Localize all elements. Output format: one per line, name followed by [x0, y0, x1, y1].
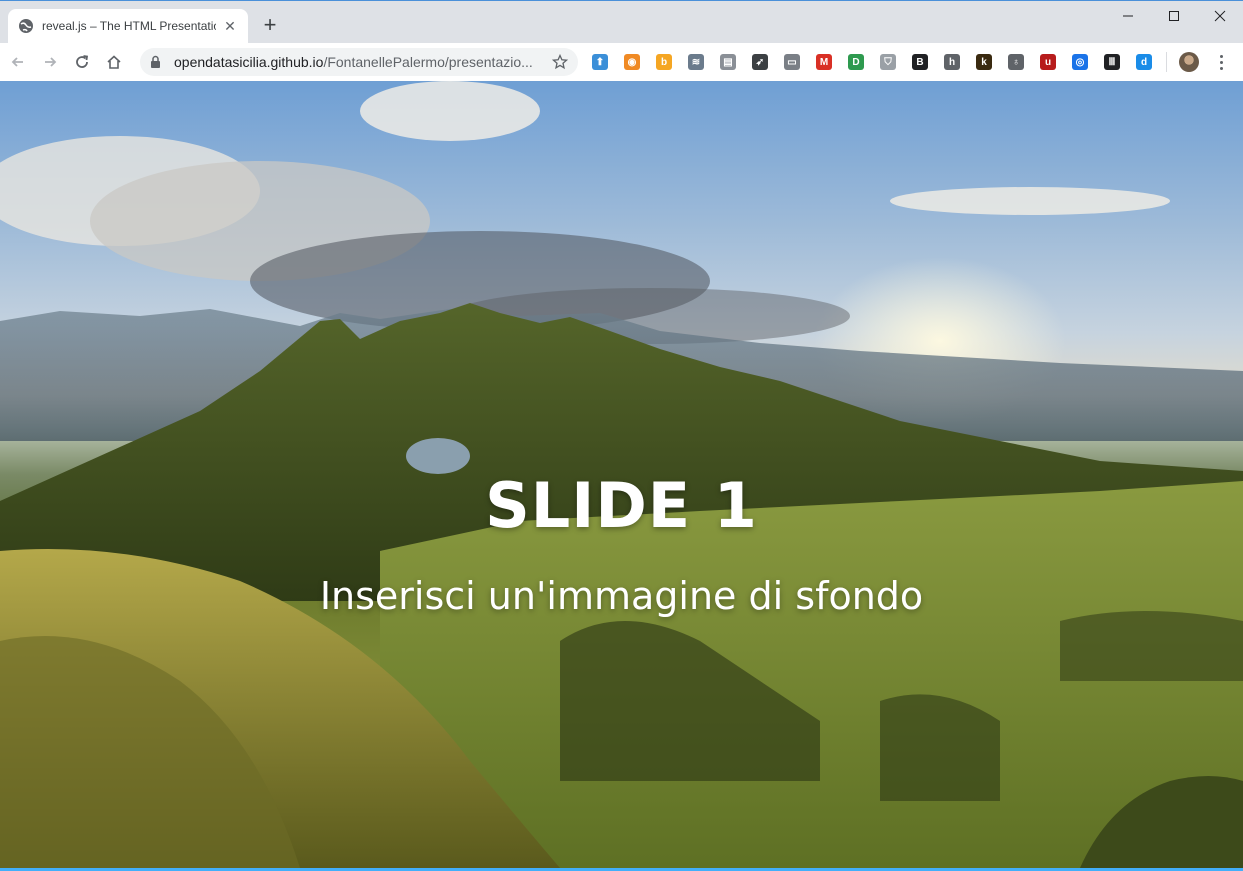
reload-button[interactable]: [68, 48, 96, 76]
reload-icon: [76, 55, 89, 68]
tab-title: reveal.js – The HTML Presentation Framew…: [42, 19, 216, 33]
arrow-up-icon[interactable]: ⬆: [592, 54, 608, 70]
new-tab-button[interactable]: +: [258, 14, 282, 38]
shield-outline-icon[interactable]: ⛉: [880, 54, 896, 70]
minimize-button[interactable]: [1105, 1, 1151, 31]
back-button[interactable]: [4, 48, 32, 76]
slide-subtitle: Inserisci un'immagine di sfondo: [319, 574, 924, 618]
profile-avatar[interactable]: [1179, 52, 1199, 72]
tab-reveal[interactable]: reveal.js – The HTML Presentation Framew…: [8, 9, 248, 43]
rss-icon[interactable]: ◉: [624, 54, 640, 70]
pane-icon[interactable]: ▤: [720, 54, 736, 70]
orange-b-icon[interactable]: b: [656, 54, 672, 70]
globe-icon: [18, 18, 34, 34]
close-tab-icon[interactable]: ✕: [222, 18, 238, 34]
bookmark-star-icon[interactable]: [550, 54, 568, 70]
reader-icon[interactable]: ▭: [784, 54, 800, 70]
d-icon[interactable]: d: [1136, 54, 1152, 70]
gmail-icon[interactable]: M: [816, 54, 832, 70]
url-domain: opendatasicilia.github.io: [174, 54, 324, 70]
menu-kebab-icon[interactable]: [1213, 52, 1229, 72]
maximize-icon: [1169, 11, 1179, 21]
toolbar-divider: [1166, 52, 1167, 72]
maximize-button[interactable]: [1151, 1, 1197, 31]
arrow-left-icon: [11, 57, 23, 67]
browser-window: reveal.js – The HTML Presentation Framew…: [0, 0, 1243, 871]
forward-button[interactable]: [36, 48, 64, 76]
minimize-icon: [1123, 15, 1133, 17]
h-icon[interactable]: h: [944, 54, 960, 70]
k-icon[interactable]: k: [976, 54, 992, 70]
browser-toolbar: opendatasicilia.github.io/FontanellePale…: [0, 43, 1243, 81]
home-button[interactable]: [100, 48, 128, 76]
arrow-right-icon: [45, 57, 57, 67]
address-bar[interactable]: opendatasicilia.github.io/FontanellePale…: [140, 48, 578, 76]
green-circle-icon[interactable]: D: [848, 54, 864, 70]
slide-viewport[interactable]: SLIDE 1 Inserisci un'immagine di sfondo: [0, 81, 1243, 868]
columns-icon[interactable]: Ⅲ: [1104, 54, 1120, 70]
tab-strip: reveal.js – The HTML Presentation Framew…: [0, 1, 1243, 43]
home-icon: [107, 55, 121, 69]
url-text: opendatasicilia.github.io/FontanellePale…: [174, 54, 550, 70]
ublock-icon[interactable]: u: [1040, 54, 1056, 70]
pipes-icon[interactable]: ≋: [688, 54, 704, 70]
url-path: /FontanellePalermo/presentazio...: [323, 54, 533, 70]
close-icon: [1214, 10, 1226, 22]
lock-icon: [150, 55, 164, 69]
slide-title: SLIDE 1: [485, 469, 758, 542]
close-window-button[interactable]: [1197, 1, 1243, 31]
bulb-icon[interactable]: ♁: [1008, 54, 1024, 70]
b-box-icon[interactable]: B: [912, 54, 928, 70]
eye-icon[interactable]: ◎: [1072, 54, 1088, 70]
rocket-icon[interactable]: ➶: [752, 54, 768, 70]
